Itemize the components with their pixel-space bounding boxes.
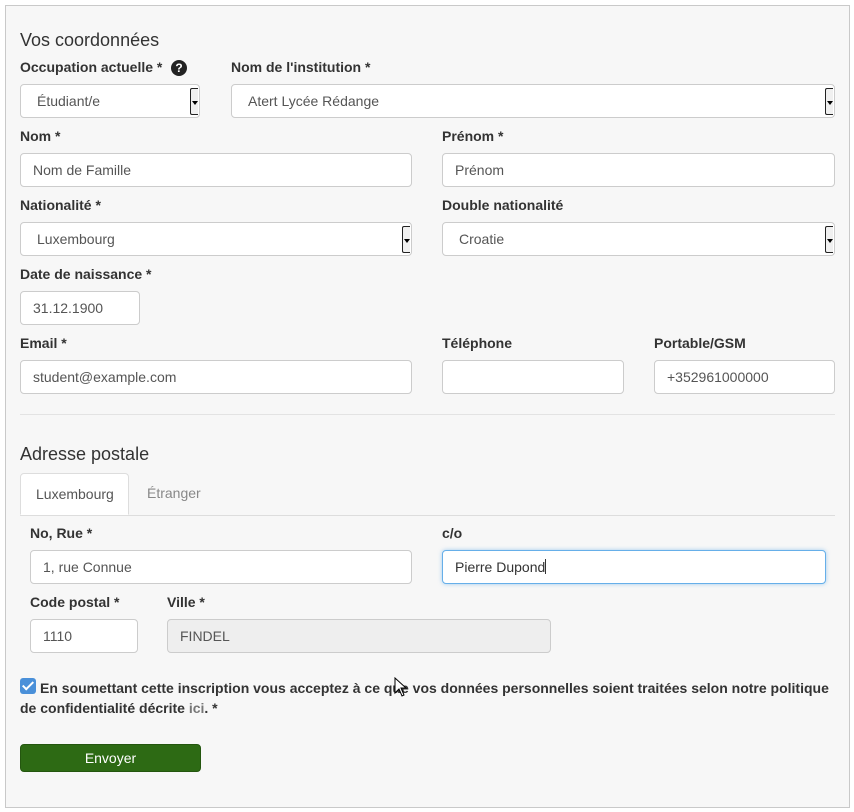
help-icon[interactable]: ? bbox=[171, 60, 187, 76]
mouse-pointer-icon bbox=[394, 677, 408, 697]
ville-label: Ville * bbox=[167, 594, 205, 610]
portable-input[interactable]: +352961000000 bbox=[654, 360, 835, 394]
submit-label: Envoyer bbox=[84, 750, 137, 766]
ville-value: FINDEL bbox=[180, 628, 230, 644]
consent-suffix: . * bbox=[204, 700, 218, 716]
institution-label: Nom de l'institution * bbox=[231, 59, 371, 75]
occupation-value: Étudiant/e bbox=[37, 93, 101, 109]
email-input[interactable]: student@example.com bbox=[20, 360, 412, 394]
date-naissance-label: Date de naissance * bbox=[20, 266, 152, 282]
tab-bar-border bbox=[20, 515, 835, 516]
rue-value: 1, rue Connue bbox=[43, 559, 132, 575]
tab-luxembourg[interactable]: Luxembourg bbox=[20, 473, 129, 515]
code-postal-label: Code postal * bbox=[30, 594, 120, 610]
co-label: c/o bbox=[442, 525, 463, 541]
portable-value: +352961000000 bbox=[667, 369, 769, 385]
section-title-address: Adresse postale bbox=[20, 444, 150, 464]
nom-placeholder: Nom de Famille bbox=[33, 162, 132, 178]
co-value: Pierre Dupond bbox=[455, 559, 546, 575]
portable-label: Portable/GSM bbox=[654, 335, 746, 351]
tab-etranger[interactable]: Étranger bbox=[132, 473, 216, 515]
code-postal-input[interactable]: 1110 bbox=[30, 619, 138, 653]
chevron-down-icon bbox=[190, 88, 198, 115]
co-input[interactable]: Pierre Dupond bbox=[442, 550, 826, 584]
privacy-link[interactable]: ici bbox=[189, 700, 205, 716]
occupation-label: Occupation actuelle * bbox=[20, 59, 163, 75]
double-nationalite-select[interactable]: Croatie bbox=[442, 222, 835, 256]
telephone-input[interactable] bbox=[442, 360, 624, 394]
nationalite-value: Luxembourg bbox=[37, 231, 115, 247]
rue-input[interactable]: 1, rue Connue bbox=[30, 550, 412, 584]
ville-input: FINDEL bbox=[167, 619, 551, 653]
submit-button[interactable]: Envoyer bbox=[20, 744, 201, 772]
nationalite-select[interactable]: Luxembourg bbox=[20, 222, 412, 256]
tab-luxembourg-label: Luxembourg bbox=[36, 486, 114, 502]
tab-etranger-label: Étranger bbox=[147, 485, 201, 501]
chevron-down-icon bbox=[402, 226, 410, 253]
consent-body: En soumettant cette inscription vous acc… bbox=[20, 680, 829, 716]
telephone-label: Téléphone bbox=[442, 335, 513, 351]
nom-label: Nom * bbox=[20, 128, 61, 144]
chevron-down-icon bbox=[825, 88, 833, 115]
date-naissance-value: 31.12.1900 bbox=[33, 300, 104, 316]
nationalite-label: Nationalité * bbox=[20, 197, 101, 213]
code-postal-value: 1110 bbox=[43, 628, 73, 644]
rue-label: No, Rue * bbox=[30, 525, 93, 541]
email-label: Email * bbox=[20, 335, 67, 351]
section-divider bbox=[20, 414, 835, 415]
chevron-down-icon bbox=[825, 226, 833, 253]
occupation-select[interactable]: Étudiant/e bbox=[20, 84, 200, 118]
institution-value: Atert Lycée Rédange bbox=[248, 93, 380, 109]
consent-text: En soumettant cette inscription vous acc… bbox=[20, 678, 840, 718]
text-caret bbox=[545, 559, 547, 574]
prenom-placeholder: Prénom bbox=[455, 162, 505, 178]
email-value: student@example.com bbox=[33, 369, 177, 385]
double-nationalite-value: Croatie bbox=[459, 231, 505, 247]
date-naissance-input[interactable]: 31.12.1900 bbox=[20, 291, 140, 325]
registration-form: Vos coordonnées Occupation actuelle * ? … bbox=[5, 5, 850, 808]
prenom-input[interactable]: Prénom bbox=[442, 153, 835, 187]
nom-input[interactable]: Nom de Famille bbox=[20, 153, 412, 187]
institution-select[interactable]: Atert Lycée Rédange bbox=[231, 84, 835, 118]
double-nationalite-label: Double nationalité bbox=[442, 197, 564, 213]
section-title-contact: Vos coordonnées bbox=[20, 30, 160, 50]
prenom-label: Prénom * bbox=[442, 128, 504, 144]
